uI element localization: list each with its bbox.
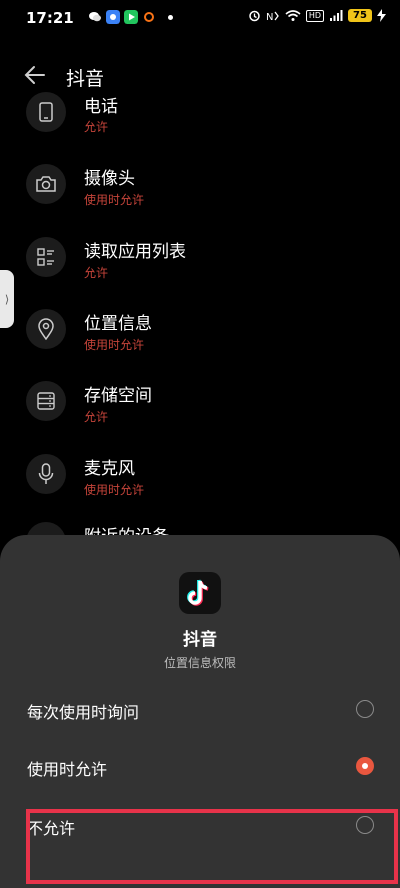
app-play-icon bbox=[124, 10, 138, 24]
charging-icon bbox=[377, 9, 386, 22]
status-bar: 17:21 N HD 75 bbox=[0, 0, 400, 36]
permission-status: 使用时允许 bbox=[84, 193, 145, 207]
permission-status: 允许 bbox=[84, 120, 109, 134]
permission-status: 允许 bbox=[84, 266, 109, 280]
side-drawer-handle[interactable]: ⟩ bbox=[0, 270, 14, 328]
douyin-logo-icon bbox=[179, 572, 221, 614]
permission-item-phone[interactable]: 电话 允许 bbox=[0, 92, 400, 152]
option-label: 每次使用时询问 bbox=[27, 703, 140, 722]
permission-name: 摄像头 bbox=[84, 169, 135, 189]
phone-icon bbox=[26, 92, 66, 132]
more-notifications-dot-icon bbox=[168, 14, 173, 20]
permission-name: 麦克风 bbox=[84, 459, 135, 479]
permission-item-camera[interactable]: 摄像头 使用时允许 bbox=[0, 164, 400, 224]
storage-icon bbox=[26, 381, 66, 421]
option-ask-every-time[interactable]: 每次使用时询问 bbox=[0, 687, 400, 735]
status-right: N HD 75 bbox=[248, 9, 386, 22]
highlight-annotation bbox=[26, 809, 398, 884]
permission-status: 使用时允许 bbox=[84, 338, 145, 352]
radio-allow-while-using[interactable] bbox=[356, 757, 374, 775]
permission-item-location[interactable]: 位置信息 使用时允许 bbox=[0, 309, 400, 369]
page-title: 抖音 bbox=[66, 68, 105, 90]
chevron-right-icon: ⟩ bbox=[4, 292, 10, 306]
alarm-icon bbox=[249, 10, 260, 22]
app-list-icon bbox=[26, 237, 66, 277]
permission-status: 允许 bbox=[84, 410, 109, 424]
notification-icons bbox=[88, 10, 173, 24]
permission-name: 读取应用列表 bbox=[84, 242, 186, 262]
back-arrow-icon[interactable] bbox=[22, 62, 48, 88]
permission-status: 使用时允许 bbox=[84, 483, 145, 497]
option-allow-while-using[interactable]: 使用时允许 bbox=[0, 744, 400, 792]
permission-item-microphone[interactable]: 麦克风 使用时允许 bbox=[0, 454, 400, 514]
wifi-icon bbox=[285, 10, 301, 21]
location-icon bbox=[26, 309, 66, 349]
wechat-icon bbox=[89, 12, 101, 22]
permission-name: 电话 bbox=[84, 97, 118, 117]
permission-item-storage[interactable]: 存储空间 允许 bbox=[0, 381, 400, 441]
microphone-icon bbox=[26, 454, 66, 494]
option-label: 使用时允许 bbox=[27, 760, 108, 779]
nfc-icon: N bbox=[266, 11, 279, 22]
hd-badge: HD bbox=[305, 9, 324, 22]
permission-name: 存储空间 bbox=[84, 386, 152, 406]
status-time: 17:21 bbox=[26, 9, 74, 27]
app-header: 抖音 bbox=[0, 56, 400, 96]
permission-name: 位置信息 bbox=[84, 314, 152, 334]
permission-item-app-list[interactable]: 读取应用列表 允许 bbox=[0, 237, 400, 297]
camera-icon bbox=[26, 164, 66, 204]
app-blue-icon bbox=[106, 10, 120, 24]
app-orange-icon bbox=[144, 12, 154, 22]
signal-icon bbox=[330, 10, 343, 21]
dialog-subtitle: 位置信息权限 bbox=[163, 656, 236, 670]
dialog-app-name: 抖音 bbox=[183, 630, 217, 650]
svg-text:N: N bbox=[266, 12, 273, 22]
radio-ask-every-time[interactable] bbox=[356, 700, 374, 718]
battery-indicator: 75 bbox=[348, 9, 372, 22]
